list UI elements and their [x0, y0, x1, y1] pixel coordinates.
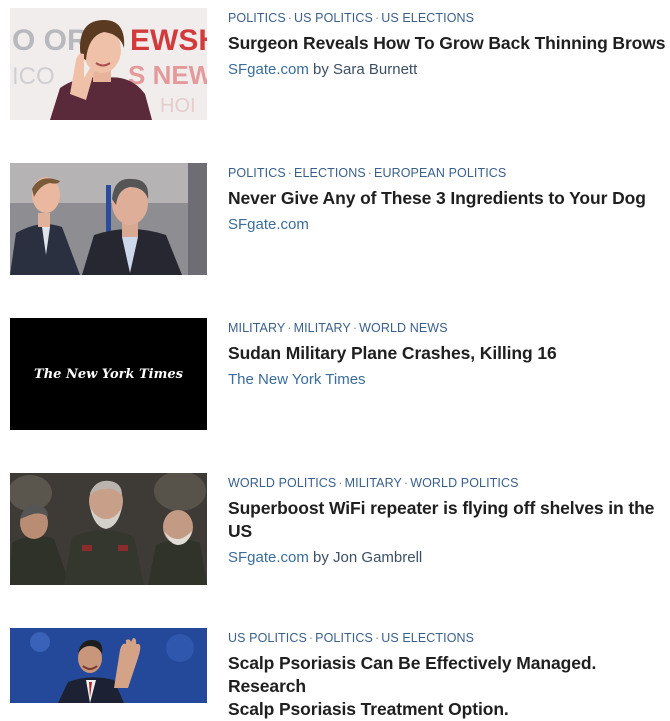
nyt-logo-image: The New York Times — [10, 318, 207, 430]
article-title-line: Scalp Psoriasis Treatment Option. — [228, 699, 509, 719]
category-link[interactable]: WORLD POLITICS — [410, 476, 518, 490]
category-separator: · — [403, 476, 409, 490]
category-link[interactable]: US POLITICS — [294, 11, 373, 25]
article-title-link[interactable]: Scalp Psoriasis Can Be Effectively Manag… — [228, 652, 670, 721]
article-card: US POLITICS · POLITICS · US ELECTIONS Scalp … — [10, 628, 670, 719]
svg-text:S NEW: S NEW — [128, 60, 207, 90]
category-link[interactable]: WORLD NEWS — [359, 321, 448, 335]
category-link[interactable]: MILITARY — [228, 321, 285, 335]
article-card: WORLD POLITICS · MILITARY · WORLD POLITICS S… — [10, 473, 670, 585]
article-title-line: Scalp Psoriasis Can Be Effectively Manag… — [228, 653, 597, 696]
publisher-link[interactable]: SFgate.com — [228, 216, 309, 233]
category-separator: · — [367, 166, 373, 180]
category-link[interactable]: POLITICS — [315, 631, 373, 645]
photo-woman-speaking: O OR EWSH ICO S NEW HOI — [10, 8, 207, 120]
article-source: SFgate.com by Jon Gambrell — [228, 549, 670, 567]
article-thumbnail-image[interactable] — [10, 473, 207, 585]
publisher-link[interactable]: The New York Times — [228, 371, 366, 388]
category-separator: · — [374, 11, 380, 25]
article-source: The New York Times — [228, 371, 670, 389]
photo-military-officers — [10, 473, 207, 585]
category-separator: · — [338, 476, 343, 490]
publisher-link[interactable]: SFgate.com — [228, 549, 309, 566]
category-link[interactable]: ELECTIONS — [294, 166, 366, 180]
category-link[interactable]: US ELECTIONS — [381, 631, 474, 645]
byline: by Jon Gambrell — [313, 549, 423, 566]
article-card: POLITICS · ELECTIONS · EUROPEAN POLITICS Nev… — [10, 163, 670, 275]
publisher-link[interactable]: SFgate.com — [228, 61, 309, 78]
article-categories: POLITICS · US POLITICS · US ELECTIONS — [228, 11, 670, 25]
article-categories: MILITARY · MILITARY · WORLD NEWS — [228, 321, 670, 335]
photo-man-waving — [10, 628, 207, 703]
svg-text:HOI: HOI — [160, 95, 196, 117]
article-title-link[interactable]: Surgeon Reveals How To Grow Back Thinnin… — [228, 32, 670, 55]
photo-two-men — [10, 163, 207, 275]
category-link[interactable]: US ELECTIONS — [381, 11, 474, 25]
article-source: SFgate.com — [228, 216, 670, 234]
article-card: O OR EWSH ICO S NEW HOI POLI — [10, 8, 670, 120]
article-categories: POLITICS · ELECTIONS · EUROPEAN POLITICS — [228, 166, 670, 180]
category-link[interactable]: EUROPEAN POLITICS — [374, 166, 506, 180]
category-separator: · — [352, 321, 358, 335]
category-separator: · — [287, 11, 293, 25]
article-thumbnail-image[interactable] — [10, 628, 207, 703]
article-title-link[interactable]: Never Give Any of These 3 Ingredients to… — [228, 187, 670, 210]
svg-text:ICO: ICO — [12, 63, 55, 90]
article-card: The New York Times MILITARY · MILITARY · WOR… — [10, 318, 670, 430]
article-thumbnail-image[interactable]: The New York Times — [10, 318, 207, 430]
article-title-link[interactable]: Superboost WiFi repeater is flying off s… — [228, 497, 670, 543]
news-feed: O OR EWSH ICO S NEW HOI POLI — [0, 0, 670, 719]
byline: by Sara Burnett — [313, 61, 418, 78]
article-categories: WORLD POLITICS · MILITARY · WORLD POLITICS — [228, 476, 670, 490]
svg-text:EWSH: EWSH — [130, 24, 207, 57]
category-separator: · — [308, 631, 314, 645]
category-link[interactable]: WORLD POLITICS — [228, 476, 336, 490]
svg-text:O OR: O OR — [12, 24, 89, 57]
category-link[interactable]: POLITICS — [228, 166, 286, 180]
article-thumbnail-image[interactable]: O OR EWSH ICO S NEW HOI — [10, 8, 207, 120]
category-separator: · — [374, 631, 380, 645]
category-link[interactable]: MILITARY — [294, 321, 351, 335]
article-source: SFgate.com by Sara Burnett — [228, 61, 670, 79]
category-link[interactable]: US POLITICS — [228, 631, 307, 645]
thumb-logo-text: The New York Times — [34, 367, 184, 382]
category-link[interactable]: MILITARY — [345, 476, 402, 490]
article-categories: US POLITICS · POLITICS · US ELECTIONS — [228, 631, 670, 645]
article-thumbnail-image[interactable] — [10, 163, 207, 275]
category-separator: · — [287, 321, 292, 335]
category-separator: · — [287, 166, 293, 180]
article-title-link[interactable]: Sudan Military Plane Crashes, Killing 16 — [228, 342, 670, 365]
category-link[interactable]: POLITICS — [228, 11, 286, 25]
